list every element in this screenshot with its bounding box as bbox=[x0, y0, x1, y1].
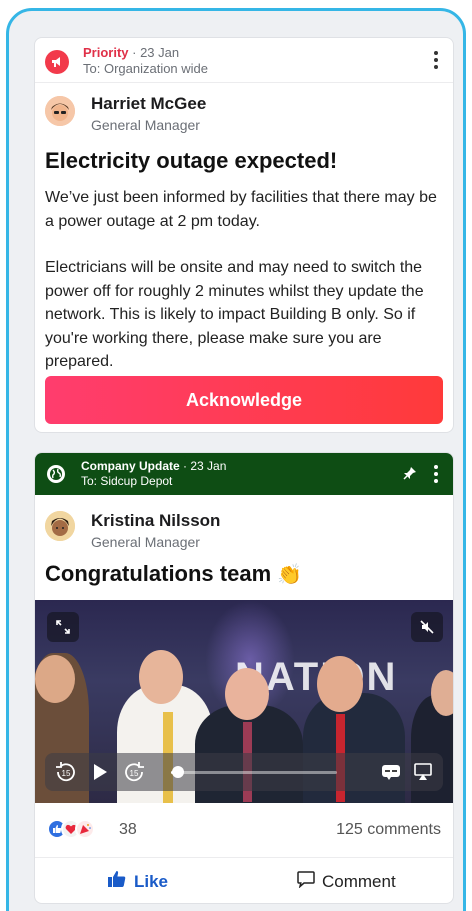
post-audience: To: Sidcup Depot bbox=[81, 474, 173, 488]
comment-button[interactable]: Comment bbox=[297, 870, 396, 893]
post-meta: Company Update · 23 Jan To: Sidcup Depot bbox=[81, 459, 226, 489]
avatar[interactable] bbox=[45, 511, 75, 541]
clapping-hands-icon: 👏 bbox=[277, 564, 303, 586]
post-title: Congratulations team 👏 bbox=[45, 561, 302, 587]
pin-icon[interactable] bbox=[403, 466, 417, 485]
post-meta: Priority · 23 Jan To: Organization wide bbox=[83, 45, 208, 77]
category-label: Company Update bbox=[81, 459, 180, 473]
globe-icon bbox=[47, 465, 65, 483]
author-role: General Manager bbox=[91, 117, 200, 133]
reactions-summary[interactable]: 38 125 comments bbox=[35, 813, 453, 849]
post-header: Priority · 23 Jan To: Organization wide bbox=[35, 38, 453, 82]
more-options-icon[interactable] bbox=[433, 465, 439, 483]
more-options-icon[interactable] bbox=[433, 51, 439, 69]
post-body: We’ve just been informed by facilities t… bbox=[45, 186, 449, 374]
progress-bar[interactable] bbox=[171, 766, 337, 778]
post-title: Electricity outage expected! bbox=[45, 148, 338, 173]
post-date: · 23 Jan bbox=[132, 45, 180, 60]
reaction-count: 38 bbox=[119, 821, 137, 838]
post-audience: To: Organization wide bbox=[83, 61, 209, 76]
mute-icon[interactable] bbox=[411, 612, 443, 642]
acknowledge-button[interactable]: Acknowledge bbox=[45, 376, 443, 424]
post-author: Kristina Nilsson General Manager bbox=[35, 509, 453, 550]
like-label: Like bbox=[134, 871, 169, 891]
divider bbox=[35, 82, 453, 83]
party-reaction-icon bbox=[75, 819, 95, 839]
author-name[interactable]: Harriet McGee bbox=[91, 94, 206, 114]
video-player[interactable]: NATION 15 15 bbox=[35, 600, 453, 803]
fullscreen-icon[interactable] bbox=[47, 612, 79, 642]
post-paragraph: We’ve just been informed by facilities t… bbox=[45, 189, 437, 230]
progress-handle[interactable] bbox=[171, 766, 184, 778]
post-paragraph: Electricians will be onsite and may need… bbox=[45, 259, 424, 370]
comment-label: Comment bbox=[322, 871, 396, 891]
reaction-icons bbox=[47, 819, 95, 839]
post-title-text: Congratulations team bbox=[45, 561, 272, 586]
company-update-post-card: Company Update · 23 Jan To: Sidcup Depot… bbox=[34, 452, 454, 904]
captions-icon[interactable] bbox=[381, 763, 401, 786]
person-head bbox=[35, 655, 75, 703]
post-date: · 23 Jan bbox=[183, 459, 227, 473]
video-controls: 15 15 bbox=[45, 753, 443, 791]
post-author: Harriet McGee General Manager bbox=[35, 92, 453, 142]
play-icon[interactable] bbox=[91, 763, 109, 786]
forward-15-icon[interactable]: 15 bbox=[123, 761, 145, 788]
person-head bbox=[139, 650, 183, 704]
post-header: Company Update · 23 Jan To: Sidcup Depot bbox=[35, 453, 453, 495]
speech-bubble-icon bbox=[297, 870, 315, 893]
like-button[interactable]: Like bbox=[107, 870, 168, 893]
megaphone-icon bbox=[45, 50, 69, 74]
person-head bbox=[317, 656, 363, 712]
author-role: General Manager bbox=[91, 534, 200, 550]
author-name[interactable]: Kristina Nilsson bbox=[91, 511, 220, 531]
svg-text:15: 15 bbox=[62, 769, 71, 778]
comments-count[interactable]: 125 comments bbox=[336, 821, 441, 839]
post-actions: Like Comment bbox=[35, 857, 453, 903]
person-head bbox=[225, 668, 269, 720]
airplay-icon[interactable] bbox=[413, 762, 433, 787]
avatar[interactable] bbox=[45, 96, 75, 126]
priority-label: Priority bbox=[83, 45, 129, 60]
rewind-15-icon[interactable]: 15 bbox=[55, 761, 77, 788]
thumbs-up-icon bbox=[107, 870, 127, 893]
person-head bbox=[431, 670, 453, 716]
priority-post-card: Priority · 23 Jan To: Organization wide … bbox=[34, 37, 454, 433]
svg-text:15: 15 bbox=[130, 769, 139, 778]
